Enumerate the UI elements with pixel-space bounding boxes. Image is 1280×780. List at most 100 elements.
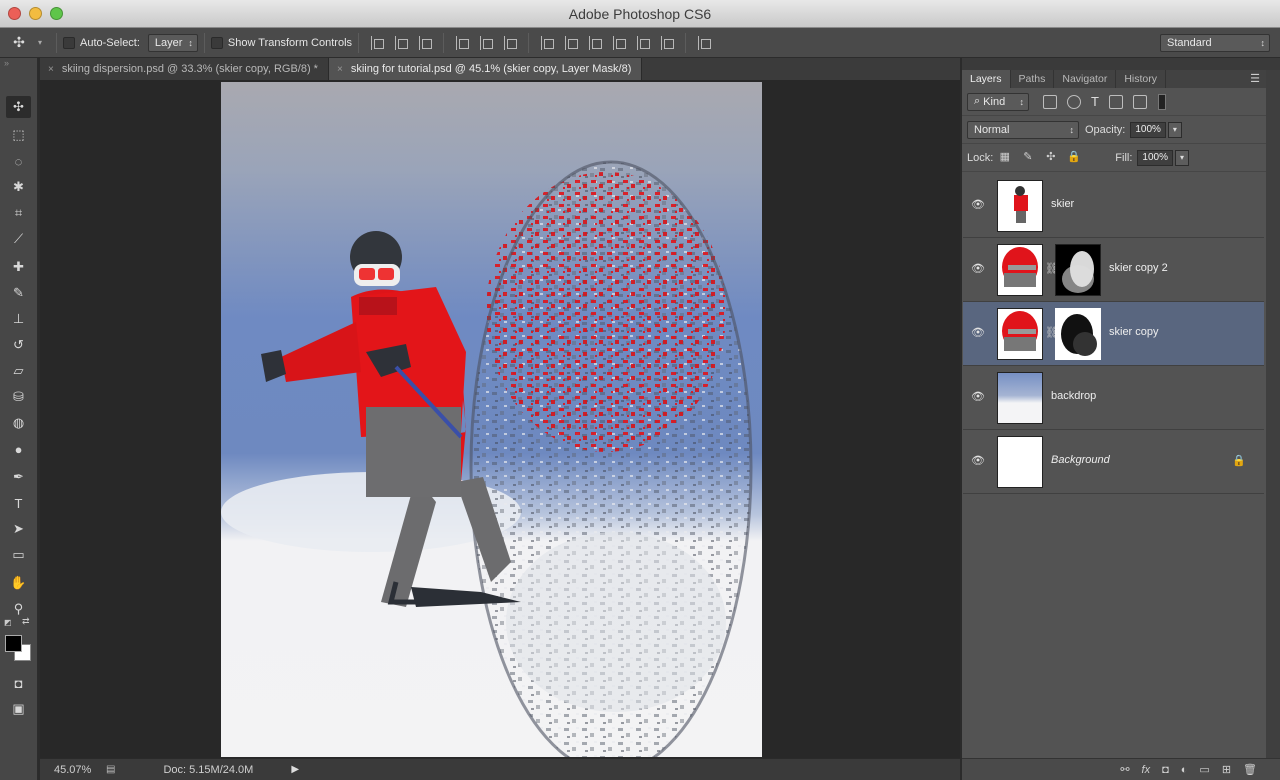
distribute-top-icon[interactable] [541, 35, 555, 50]
panel-collapse-bar[interactable] [962, 58, 1280, 70]
quick-mask-tool[interactable]: ◘ [6, 672, 31, 694]
layer-thumbnail[interactable] [997, 436, 1043, 488]
tab-layers[interactable]: Layers [962, 70, 1011, 88]
visibility-eye-icon[interactable]: 👁 [971, 454, 985, 468]
pen-tool[interactable]: ✒ [6, 466, 31, 488]
layer-thumbnail[interactable] [997, 372, 1043, 424]
clone-stamp-tool[interactable]: ⊥ [6, 308, 31, 330]
eyedropper-tool[interactable]: ⟋ [6, 228, 31, 250]
tab-skiing-tutorial[interactable]: × skiing for tutorial.psd @ 45.1% (skier… [328, 58, 643, 80]
layer-thumbnail[interactable] [997, 180, 1043, 232]
adjustment-icon[interactable]: ◐ [1181, 764, 1188, 776]
lasso-tool[interactable]: ◌ [6, 150, 31, 172]
align-bottom-icon[interactable] [419, 35, 433, 50]
screen-mode-tool[interactable]: ▣ [6, 698, 31, 720]
auto-select-dropdown[interactable]: Layer [147, 33, 198, 52]
close-tab-icon[interactable]: × [48, 64, 54, 75]
panel-menu-icon[interactable]: ☰ [1250, 70, 1260, 88]
mask-icon[interactable]: ◘ [1162, 764, 1169, 776]
shape-tool[interactable]: ▭ [6, 544, 31, 566]
path-selection-tool[interactable]: ➤ [6, 518, 31, 540]
toolbar-grip-icon[interactable]: » [0, 58, 37, 72]
layer-thumbnail[interactable] [997, 308, 1043, 360]
fill-field[interactable]: 100% [1137, 149, 1173, 166]
dodge-tool[interactable]: ● [6, 438, 31, 460]
align-left-icon[interactable] [456, 35, 470, 50]
visibility-eye-icon[interactable]: 👁 [971, 326, 985, 340]
filter-adjustment-icon[interactable] [1067, 94, 1081, 109]
swap-colors-icon[interactable]: ⇄ [22, 616, 30, 627]
layer-row[interactable]: 👁 Background 🔒 [963, 430, 1264, 494]
eraser-tool[interactable]: ▱ [6, 360, 31, 382]
filter-type-icon[interactable]: T [1091, 94, 1099, 109]
opacity-slider-arrow-icon[interactable]: ▾ [1167, 121, 1182, 138]
filter-kind-dropdown[interactable]: ⌕ Kind [967, 92, 1029, 111]
filter-smart-object-icon[interactable] [1132, 94, 1147, 109]
hand-tool[interactable]: ✋ [6, 572, 31, 594]
visibility-eye-icon[interactable]: 👁 [971, 198, 985, 212]
tab-skiing-dispersion[interactable]: × skiing dispersion.psd @ 33.3% (skier c… [40, 58, 329, 80]
healing-brush-tool[interactable]: ✚ [6, 256, 31, 278]
document-canvas[interactable] [221, 82, 762, 757]
lock-position-icon[interactable]: ✣ [1044, 151, 1057, 164]
auto-align-icon[interactable] [698, 35, 712, 50]
marquee-tool[interactable]: ⬚ [6, 124, 31, 146]
panel-scrollbar[interactable] [1266, 70, 1280, 758]
tool-preset-picker[interactable]: ✣ [0, 28, 38, 58]
zoom-level[interactable]: 45.07% [54, 764, 100, 776]
checkbox-box[interactable] [63, 36, 75, 49]
history-brush-tool[interactable]: ↺ [6, 334, 31, 356]
close-tab-icon[interactable]: × [337, 64, 343, 75]
blend-mode-dropdown[interactable]: Normal [967, 120, 1079, 139]
move-tool[interactable]: ✣ [6, 96, 31, 118]
layer-name[interactable]: Background [1051, 454, 1110, 466]
lock-all-icon[interactable]: 🔒 [1067, 151, 1081, 164]
blur-tool[interactable]: ◍ [6, 412, 31, 434]
workspace-dropdown[interactable]: Standard [1160, 33, 1270, 52]
distribute-right-icon[interactable] [661, 35, 675, 50]
lock-transparent-icon[interactable]: ▦ [998, 151, 1011, 164]
lock-image-icon[interactable]: ✎ [1021, 151, 1034, 164]
align-vcenter-icon[interactable] [395, 35, 409, 50]
layer-mask-thumbnail[interactable] [1055, 308, 1101, 360]
show-transform-checkbox[interactable]: Show Transform Controls [210, 28, 352, 58]
filter-pixel-icon[interactable] [1043, 94, 1057, 109]
layer-name[interactable]: skier [1051, 198, 1074, 210]
distribute-left-icon[interactable] [613, 35, 627, 50]
tool-preset-arrow-icon[interactable]: ▾ [38, 28, 50, 58]
layer-thumbnail[interactable] [997, 244, 1043, 296]
auto-select-checkbox[interactable]: Auto-Select: [63, 28, 140, 58]
paint-bucket-tool[interactable]: ⛁ [6, 386, 31, 408]
align-top-icon[interactable] [371, 35, 385, 50]
new-layer-icon[interactable]: ⊞ [1222, 763, 1231, 776]
status-menu-arrow-icon[interactable]: ▶ [291, 764, 299, 775]
filter-shape-icon[interactable] [1108, 94, 1123, 109]
visibility-eye-icon[interactable]: 👁 [971, 262, 985, 276]
layer-row[interactable]: 👁 ⛓ skier copy 2 [963, 238, 1264, 302]
magic-wand-tool[interactable]: ✱ [6, 176, 31, 198]
distribute-hcenter-icon[interactable] [637, 35, 651, 50]
crop-tool[interactable]: ⌗ [6, 202, 31, 224]
checkbox-box[interactable] [210, 36, 223, 49]
align-right-icon[interactable] [504, 35, 518, 50]
folder-icon[interactable]: ▭ [1199, 763, 1209, 776]
layer-row-selected[interactable]: 👁 ⛓ skier copy [963, 302, 1264, 366]
fill-slider-arrow-icon[interactable]: ▾ [1174, 149, 1189, 166]
fx-icon[interactable]: fx [1142, 764, 1151, 776]
layer-name[interactable]: backdrop [1051, 390, 1096, 402]
layer-name[interactable]: skier copy 2 [1109, 262, 1168, 274]
align-hcenter-icon[interactable] [480, 35, 494, 50]
opacity-field[interactable]: 100% [1130, 121, 1166, 138]
layer-row[interactable]: 👁 skier [963, 174, 1264, 238]
link-icon[interactable]: ⚯ [1120, 763, 1129, 776]
filter-toggle-icon[interactable] [1157, 93, 1166, 110]
default-colors-icon[interactable]: ◩ [4, 618, 12, 627]
tab-navigator[interactable]: Navigator [1054, 70, 1117, 88]
distribute-vcenter-icon[interactable] [565, 35, 579, 50]
layer-row[interactable]: 👁 backdrop [963, 366, 1264, 430]
type-tool[interactable]: T [6, 492, 31, 514]
layer-mask-thumbnail[interactable] [1055, 244, 1101, 296]
distribute-bottom-icon[interactable] [589, 35, 603, 50]
canvas-area[interactable] [40, 80, 960, 758]
brush-tool[interactable]: ✎ [6, 282, 31, 304]
